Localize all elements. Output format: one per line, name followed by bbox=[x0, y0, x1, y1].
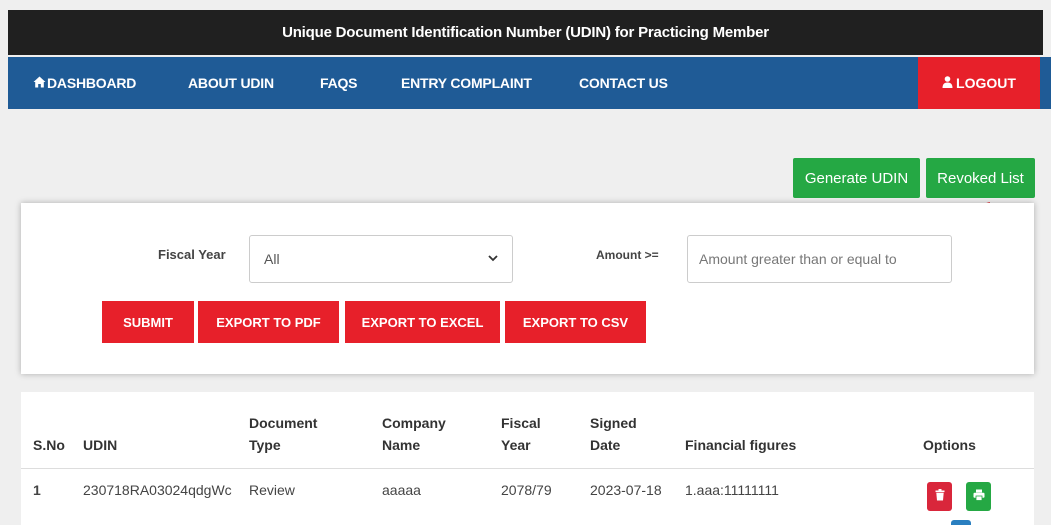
cell-company: aaaaa bbox=[382, 482, 421, 498]
udin-table: S.No UDIN Document Type Company Name Fis… bbox=[21, 392, 1034, 525]
nav-contact-us-label: CONTACT US bbox=[579, 75, 668, 91]
col-fiscal-header-1: Fiscal bbox=[501, 415, 541, 431]
chevron-down-icon bbox=[488, 254, 498, 265]
amount-input[interactable]: Amount greater than or equal to bbox=[687, 235, 952, 283]
col-company-header-2: Name bbox=[382, 437, 421, 453]
col-company-header-1: Company bbox=[382, 415, 446, 431]
nav-faqs-label: FAQS bbox=[320, 75, 358, 91]
nav-faqs[interactable]: FAQS bbox=[320, 57, 358, 109]
cell-sno: 1 bbox=[33, 482, 41, 498]
col-financial-header: Financial figures bbox=[685, 437, 797, 453]
col-sno-header: S.No bbox=[33, 437, 65, 453]
col-doc-type-header-2: Type bbox=[249, 437, 281, 453]
nav-contact-us[interactable]: CONTACT US bbox=[579, 57, 668, 109]
amount-label: Amount >= bbox=[596, 248, 659, 262]
col-signed-header-2: Date bbox=[590, 437, 621, 453]
export-csv-button[interactable]: EXPORT TO CSV bbox=[505, 301, 646, 343]
cell-signed-date: 2023-07-18 bbox=[590, 482, 662, 498]
print-button[interactable] bbox=[966, 482, 991, 511]
nav-entry-complaint[interactable]: ENTRY COMPLAINT bbox=[401, 57, 532, 109]
export-excel-button[interactable]: EXPORT TO EXCEL bbox=[345, 301, 500, 343]
cell-doc-type: Review bbox=[249, 482, 295, 498]
nav-dashboard-label: DASHBOARD bbox=[47, 75, 137, 91]
cell-udin: 230718RA03024qdgWc bbox=[83, 482, 232, 498]
fiscal-year-label: Fiscal Year bbox=[158, 247, 226, 262]
nav-about-udin-label: ABOUT UDIN bbox=[188, 75, 274, 91]
cell-fiscal-year: 2078/79 bbox=[501, 482, 552, 498]
logout-label: LOGOUT bbox=[956, 75, 1016, 91]
fiscal-year-value: All bbox=[264, 251, 280, 267]
main-nav: DASHBOARD ABOUT UDIN FAQS ENTRY COMPLAIN… bbox=[8, 57, 1051, 109]
generate-udin-button[interactable]: Generate UDIN bbox=[793, 158, 920, 198]
col-fiscal-header-2: Year bbox=[501, 437, 531, 453]
user-icon bbox=[942, 75, 953, 91]
nav-about-udin[interactable]: ABOUT UDIN bbox=[188, 57, 274, 109]
printer-icon bbox=[973, 488, 985, 506]
nav-entry-complaint-label: ENTRY COMPLAINT bbox=[401, 75, 532, 91]
col-udin-header: UDIN bbox=[83, 437, 118, 453]
page-title: Unique Document Identification Number (U… bbox=[282, 24, 769, 41]
amount-placeholder: Amount greater than or equal to bbox=[699, 251, 897, 267]
nav-dashboard[interactable]: DASHBOARD bbox=[33, 57, 136, 109]
col-signed-header-1: Signed bbox=[590, 415, 637, 431]
fiscal-year-select[interactable]: All bbox=[249, 235, 513, 283]
trash-icon bbox=[935, 488, 945, 506]
cell-financial: 1.aaa:11111111 bbox=[685, 482, 779, 498]
export-pdf-button[interactable]: EXPORT TO PDF bbox=[198, 301, 339, 343]
revoked-list-button[interactable]: Revoked List bbox=[926, 158, 1035, 198]
delete-button[interactable] bbox=[927, 482, 952, 511]
logout-button[interactable]: LOGOUT bbox=[918, 57, 1040, 109]
col-doc-type-header-1: Document bbox=[249, 415, 318, 431]
home-icon bbox=[33, 76, 46, 91]
filter-panel: Fiscal Year All Amount >= Amount greater… bbox=[21, 203, 1034, 374]
col-options-header: Options bbox=[923, 437, 976, 453]
partial-button-edge[interactable] bbox=[951, 520, 971, 525]
header-divider bbox=[21, 468, 1034, 469]
page-title-bar: Unique Document Identification Number (U… bbox=[8, 10, 1043, 55]
submit-button[interactable]: SUBMIT bbox=[102, 301, 194, 343]
